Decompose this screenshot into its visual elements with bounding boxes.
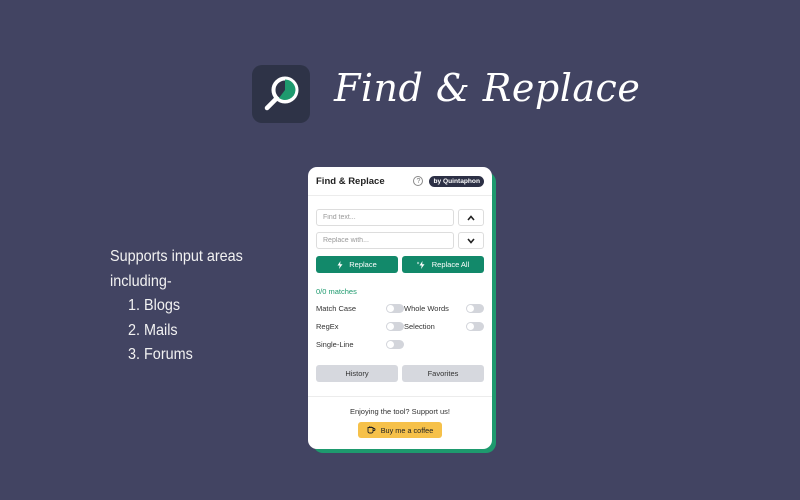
magnifier-icon bbox=[264, 76, 299, 111]
search-options: Match Case Whole Words RegEx Selection S… bbox=[316, 303, 484, 350]
feature-list-item: 1. Blogs bbox=[128, 297, 181, 314]
replace-row bbox=[316, 232, 484, 249]
app-title: Find & Replace bbox=[334, 66, 641, 110]
single-line-toggle[interactable] bbox=[386, 340, 404, 349]
replace-input[interactable] bbox=[316, 232, 454, 249]
author-badge[interactable]: by Quintaphon bbox=[429, 175, 484, 187]
help-icon[interactable]: ? bbox=[413, 176, 424, 186]
app-logo bbox=[252, 65, 310, 123]
feature-list-item: 3. Forums bbox=[128, 346, 193, 363]
popup-header: Find & Replace ? by Quintaphon bbox=[308, 167, 492, 196]
option-label: Selection bbox=[404, 322, 435, 331]
match-case-toggle[interactable] bbox=[386, 304, 404, 313]
selection-toggle[interactable] bbox=[466, 322, 484, 331]
previous-match-button[interactable] bbox=[458, 209, 484, 226]
next-match-button[interactable] bbox=[458, 232, 484, 249]
feature-intro-line: Supports input areas bbox=[110, 248, 243, 265]
replace-button-label: Replace bbox=[349, 260, 377, 269]
find-input[interactable] bbox=[316, 209, 454, 226]
popup-title: Find & Replace bbox=[316, 175, 385, 187]
option-label: Single-Line bbox=[316, 340, 354, 349]
option-match-case: Match Case bbox=[316, 303, 404, 314]
lightning-sparkle-icon bbox=[416, 260, 425, 269]
popup-body: Replace Replace All 0/0 matches Match Ca… bbox=[308, 196, 492, 382]
option-regex: RegEx bbox=[316, 321, 404, 332]
regex-toggle[interactable] bbox=[386, 322, 404, 331]
buy-coffee-label: Buy me a coffee bbox=[380, 425, 434, 435]
lightning-icon bbox=[337, 260, 343, 269]
favorites-button[interactable]: Favorites bbox=[402, 365, 484, 382]
option-label: Whole Words bbox=[404, 304, 449, 313]
chevron-up-icon bbox=[467, 214, 475, 221]
option-whole-words: Whole Words bbox=[404, 303, 484, 314]
extension-popup: Find & Replace ? by Quintaphon Find text… bbox=[308, 167, 492, 449]
coffee-cup-icon bbox=[367, 426, 376, 434]
replace-all-button[interactable]: Replace All bbox=[402, 256, 484, 273]
find-row bbox=[316, 209, 484, 226]
buy-coffee-button[interactable]: Buy me a coffee bbox=[358, 422, 442, 438]
replace-all-button-label: Replace All bbox=[431, 260, 470, 269]
feature-list: 1. Blogs 2. Mails 3. Forums bbox=[110, 294, 243, 368]
replace-button[interactable]: Replace bbox=[316, 256, 398, 273]
popup-footer: Enjoying the tool? Support us! Buy me a … bbox=[308, 396, 492, 439]
history-button[interactable]: History bbox=[316, 365, 398, 382]
feature-list-item: 2. Mails bbox=[128, 321, 178, 339]
chevron-down-icon bbox=[467, 237, 475, 244]
option-selection: Selection bbox=[404, 321, 484, 332]
feature-intro-line: including- bbox=[110, 272, 172, 290]
option-label: Match Case bbox=[316, 304, 357, 313]
replace-actions: Replace Replace All bbox=[316, 256, 484, 273]
feature-description: Supports input areas including- 1. Blogs… bbox=[110, 245, 243, 368]
support-text: Enjoying the tool? Support us! bbox=[349, 407, 451, 416]
option-single-line: Single-Line bbox=[316, 339, 404, 350]
whole-words-toggle[interactable] bbox=[466, 304, 484, 313]
secondary-actions: History Favorites bbox=[316, 365, 484, 382]
option-label: RegEx bbox=[316, 322, 339, 331]
match-count: 0/0 matches bbox=[316, 287, 357, 296]
